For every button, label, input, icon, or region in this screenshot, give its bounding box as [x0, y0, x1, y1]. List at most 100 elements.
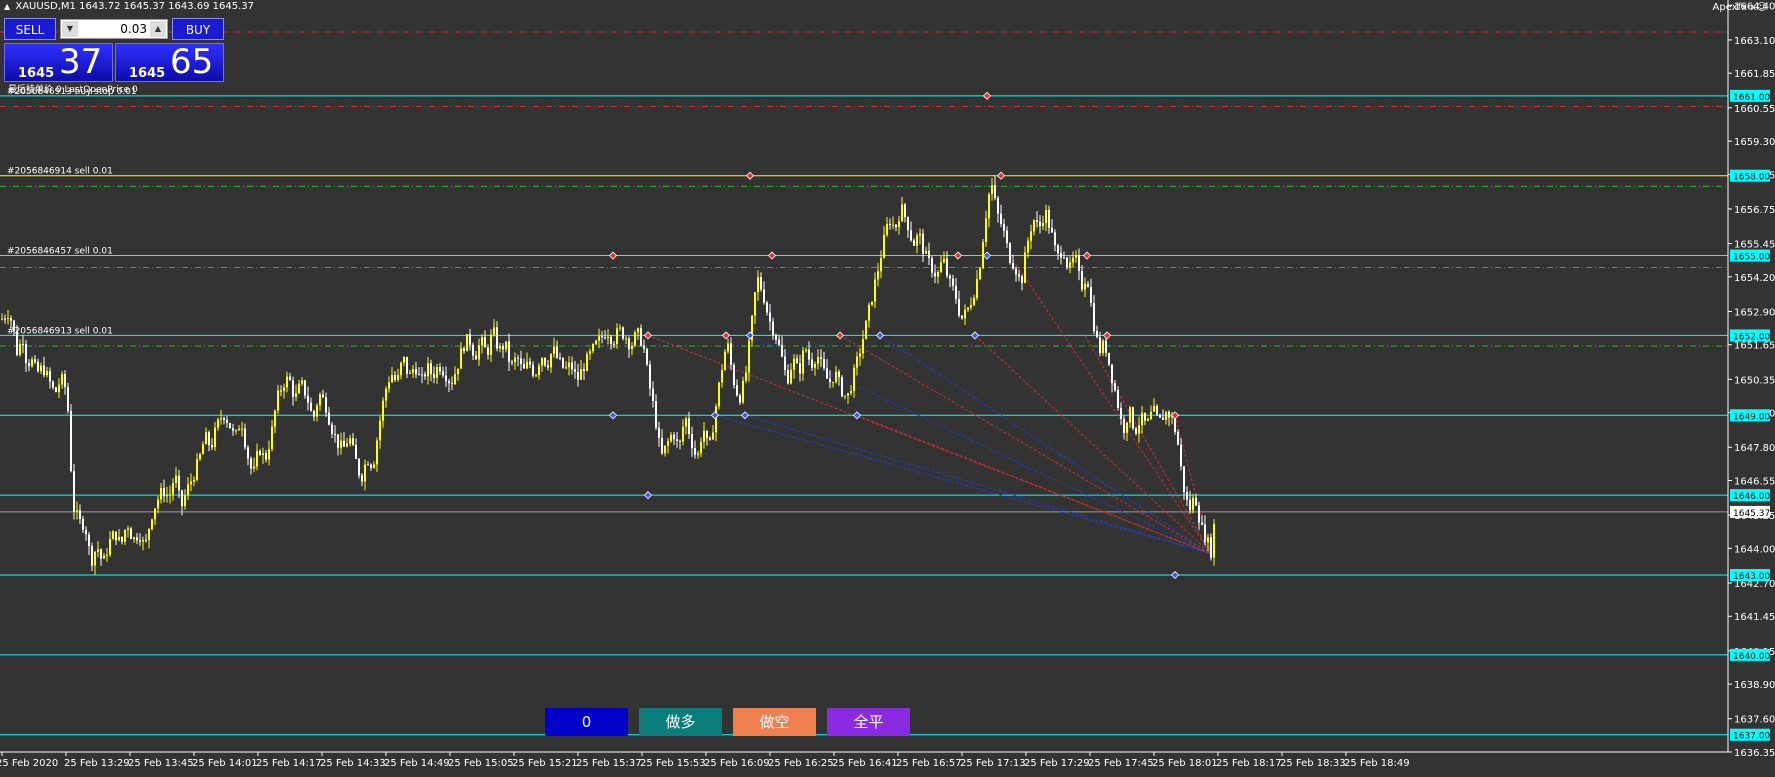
- long-button[interactable]: 做多: [639, 708, 722, 736]
- candle-body: [52, 381, 54, 388]
- time-tick-label: 25 Feb 18:33: [1280, 758, 1346, 769]
- candle-body: [487, 347, 489, 355]
- candle-body: [745, 372, 747, 381]
- level-price-tag-label: 1652.00: [1733, 332, 1770, 342]
- time-tick-label: 25 Feb 16:41: [832, 758, 898, 769]
- candle-body: [589, 351, 591, 354]
- candle-body: [580, 369, 582, 380]
- candle-body: [760, 277, 762, 290]
- ask-quote-button[interactable]: 1645 65: [115, 42, 224, 82]
- candle-body: [1087, 283, 1089, 287]
- candle-body: [472, 344, 474, 356]
- candle-body: [70, 411, 72, 472]
- candle-body: [799, 363, 801, 374]
- candle-body: [685, 418, 687, 427]
- candle-body: [811, 359, 813, 368]
- candle-body: [181, 490, 183, 507]
- lot-size-value[interactable]: 0.03: [81, 20, 147, 38]
- candle-body: [373, 464, 375, 468]
- candle-body: [544, 357, 546, 366]
- candle-body: [421, 374, 423, 376]
- candle-body: [622, 327, 624, 339]
- candle-body: [826, 368, 828, 379]
- candle-body: [1114, 383, 1116, 391]
- candle-body: [166, 495, 168, 497]
- candle-body: [433, 373, 435, 378]
- candle-body: [304, 380, 306, 396]
- time-tick-label: 25 Feb 13:45: [128, 758, 194, 769]
- candle-body: [538, 365, 540, 376]
- candle-body: [1177, 432, 1179, 445]
- candle-body: [343, 440, 345, 447]
- candle-body: [817, 357, 819, 365]
- candle-body: [529, 361, 531, 365]
- bid-big-figure: 1645: [18, 66, 55, 81]
- candle-body: [1075, 255, 1077, 258]
- level-price-tag-label: 1643.00: [1733, 572, 1770, 582]
- candle-body: [265, 453, 267, 460]
- candle-body: [1015, 268, 1017, 275]
- candle-body: [1009, 243, 1011, 263]
- price-tick-label: 1636.35: [1734, 748, 1775, 759]
- chart-menu-icon[interactable]: ▲: [4, 2, 10, 11]
- candle-body: [157, 499, 159, 509]
- candle-body: [1036, 220, 1038, 222]
- candle-body: [562, 357, 564, 368]
- candle-body: [532, 364, 534, 376]
- candle-body: [583, 369, 585, 371]
- close-all-button[interactable]: 全平: [827, 708, 910, 736]
- candle-body: [391, 374, 393, 383]
- candle-body: [355, 444, 357, 459]
- candle-body: [724, 351, 726, 371]
- candle-body: [904, 204, 906, 217]
- candle-body: [1072, 257, 1074, 263]
- sell-button[interactable]: SELL: [4, 18, 56, 40]
- candle-body: [565, 367, 567, 369]
- candle-body: [298, 383, 300, 394]
- bottom-button-0[interactable]: 0: [545, 708, 628, 736]
- candle-body: [1129, 407, 1131, 423]
- candle-body: [1105, 340, 1107, 353]
- lot-decrease-icon[interactable]: ▼: [62, 21, 78, 37]
- price-chart[interactable]: #2056846913 buy stop 0.01#2056846914 sel…: [0, 0, 1775, 777]
- candle-body: [1189, 499, 1191, 511]
- candle-body: [577, 371, 579, 380]
- candle-body: [55, 387, 57, 392]
- candle-body: [268, 449, 270, 460]
- candle-body: [535, 375, 537, 377]
- lot-increase-icon[interactable]: ▲: [150, 21, 166, 37]
- candle-body: [646, 349, 648, 365]
- candle-body: [808, 349, 810, 360]
- candle-body: [346, 443, 348, 447]
- candle-body: [40, 365, 42, 372]
- candle-body: [1147, 419, 1149, 421]
- candle-body: [856, 356, 858, 368]
- candle-body: [1111, 364, 1113, 384]
- candle-body: [763, 289, 765, 303]
- candle-body: [922, 233, 924, 254]
- candle-body: [610, 336, 612, 344]
- candle-body: [340, 440, 342, 448]
- bid-quote-button[interactable]: 1645 37: [4, 42, 113, 82]
- candle-body: [223, 418, 225, 420]
- candle-body: [886, 223, 888, 235]
- short-button[interactable]: 做空: [733, 708, 816, 736]
- candle-body: [22, 343, 24, 345]
- candle-body: [979, 268, 981, 280]
- candle-body: [568, 362, 570, 368]
- candle-body: [958, 299, 960, 316]
- lot-size-field[interactable]: ▼ 0.03 ▲: [60, 19, 168, 39]
- candle-body: [838, 371, 840, 378]
- candle-body: [61, 374, 63, 385]
- candle-body: [616, 328, 618, 345]
- candle-body: [73, 471, 75, 512]
- candle-body: [1198, 505, 1200, 523]
- candle-body: [226, 419, 228, 424]
- time-tick-label: 25 Feb 17:13: [960, 758, 1026, 769]
- candle-body: [508, 341, 510, 362]
- candle-body: [295, 393, 297, 397]
- candle-body: [478, 345, 480, 360]
- symbol-label: XAUUSD,M1: [15, 1, 76, 12]
- candle-body: [1048, 209, 1050, 228]
- buy-button[interactable]: BUY: [172, 18, 224, 40]
